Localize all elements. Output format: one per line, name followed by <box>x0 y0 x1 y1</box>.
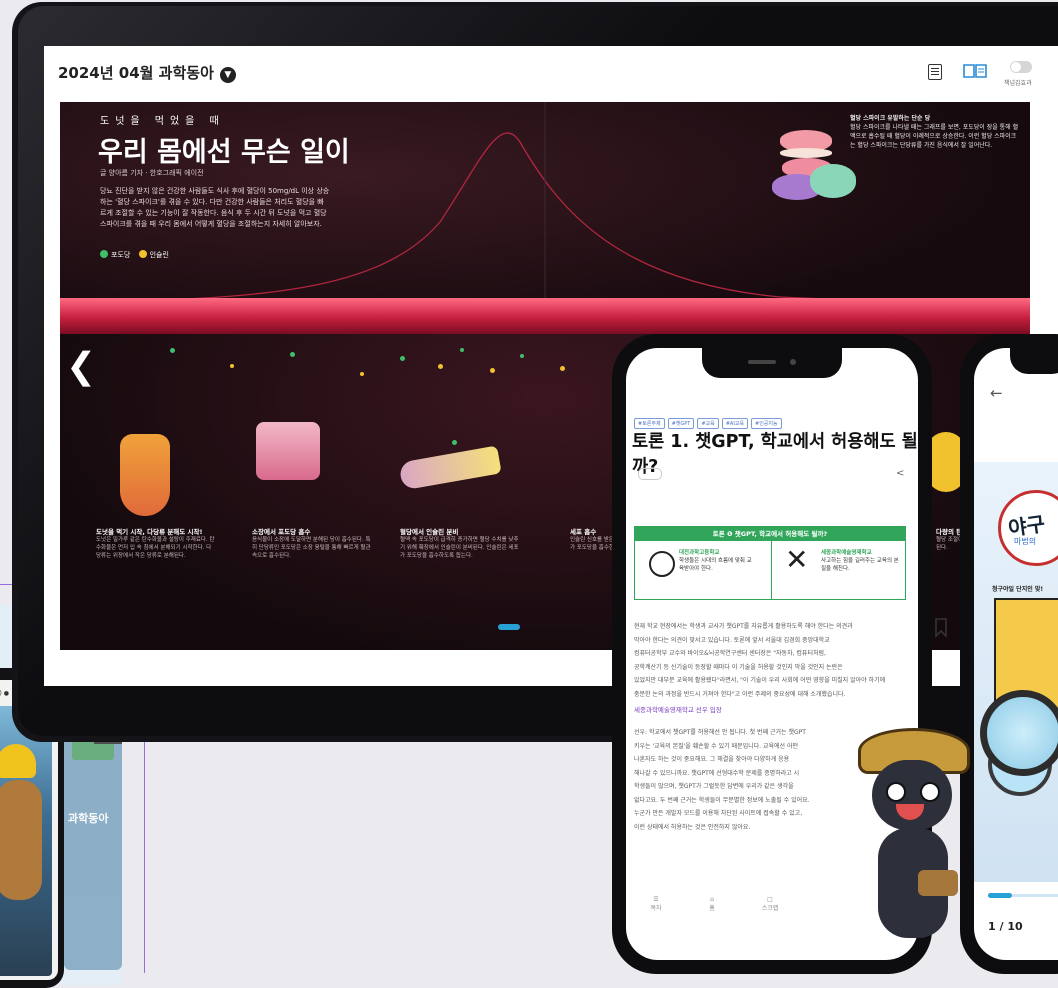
glucose-particle <box>400 356 405 361</box>
insulin-particle <box>230 364 234 368</box>
body-line: 충분한 논의 과정을 반드시 거쳐야 한다"고 이런 주제의 중요성에 대해 소… <box>634 690 846 698</box>
panel-title: 혈당에서 인슐린 분비 <box>400 528 459 536</box>
mascot-eye-right <box>920 782 940 802</box>
con-school: 세종과학예술영재학교 <box>821 550 872 556</box>
blood-vessel-band <box>60 298 1030 334</box>
panel-1: 도넛을 먹기 시작, 다당류 분해도 시작! 도넛은 밀가루 같은 탄수화물과 … <box>96 526 216 560</box>
side-note-text: 혈당 스파이크를 나타낼 때는 그래프를 보면, 포도당이 장을 통해 혈액으로… <box>850 124 1019 149</box>
glucose-particle <box>520 354 524 358</box>
article-title: 토론 1. 챗GPT, 학교에서 허용해도 될까? <box>632 432 918 477</box>
panel-text: 혈액 속 포도당이 급격히 증가하면 혈당 수치를 낮추기 위해 췌장에서 인슐… <box>400 537 519 559</box>
list-view-icon[interactable] <box>928 64 942 80</box>
insulin-dot-icon <box>138 250 147 258</box>
insulin-particle <box>490 368 495 373</box>
article-legend: 포도당 인슐린 <box>100 250 169 260</box>
back-arrow-icon[interactable]: ← <box>990 384 1003 402</box>
cross-con-icon: ✕ <box>785 543 809 576</box>
mascot-bag-icon <box>918 870 958 896</box>
explorer-mascot <box>858 720 970 970</box>
magnifying-glass-icon <box>980 690 1058 776</box>
menu-icon: ☰ <box>653 896 659 903</box>
open-book-icon: □ <box>767 896 773 903</box>
phone-right-notch <box>1010 348 1058 374</box>
macaron-filling <box>780 148 832 158</box>
glucose-particle <box>460 348 464 352</box>
insulin-particle <box>438 364 443 369</box>
legend-insulin: 인슐린 <box>149 251 169 259</box>
article-byline: 글 양아름 기자 · 한호그래픽 에이전 <box>100 169 204 177</box>
article-headline: 우리 몸에선 무슨 일이 <box>98 137 350 168</box>
home-icon: ⌂ <box>710 896 714 903</box>
chevron-down-icon: ▼ <box>219 67 236 83</box>
book-view-icon[interactable] <box>962 63 988 79</box>
page-flip-toggle[interactable] <box>1010 61 1032 73</box>
pager-label: 1 / 10 <box>988 920 1023 933</box>
side-note: 혈당 스파이크 유발하는 단순 당 혈당 스파이크를 나타낼 때는 그래프를 보… <box>850 114 1020 150</box>
issue-selector[interactable]: 2024년 04월 과학동아 ▼ <box>58 62 236 83</box>
phone-left-notch <box>702 348 842 378</box>
panel-2: 소장에서 포도당 흡수 음식물이 소장에 도달하면 분해된 당이 흡수된다. 특… <box>252 526 372 560</box>
glucose-particle <box>452 440 457 445</box>
body-line: 있었지만 대부분 교육에 활용됐다"라면서, "이 기술이 우리 사회에 어떤 … <box>634 677 886 684</box>
panel-title: 도넛을 먹기 시작, 다당류 분해도 시작! <box>96 528 203 536</box>
glucose-particle <box>290 352 295 357</box>
pro-school: 대전과학고등학교 <box>679 550 720 556</box>
panel-text: 도넛은 밀가루 같은 탄수화물과 설탕이 주재료다. 탄수화물은 먼저 입 속 … <box>96 537 215 559</box>
tab-scrap[interactable]: □ 스크랩 <box>758 896 782 912</box>
side-note-title: 혈당 스파이크 유발하는 단순 당 <box>850 115 931 122</box>
position-subheading: 세종과학예술영재학교 선우 입장 <box>634 706 722 714</box>
body-line: 현재 학교 현장에서는 학생과 교사가 챗GPT를 자유롭게 활용하도록 해야 … <box>634 623 853 630</box>
article-body: 현재 학교 현장에서는 학생과 교사가 챗GPT를 자유롭게 활용하도록 해야 … <box>634 620 914 701</box>
circle-pro-icon <box>649 551 675 577</box>
panel-3: 혈당에서 인슐린 분비 혈액 속 포도당이 급격히 증가하면 혈당 수치를 낮추… <box>400 526 520 560</box>
insulin-particle <box>560 366 565 371</box>
share-icon[interactable]: < <box>896 468 904 479</box>
panel-title: 소장에서 포도당 흡수 <box>252 528 311 536</box>
pager-thumb[interactable] <box>988 893 1012 898</box>
tab-label: 스크랩 <box>761 905 779 912</box>
cover-subtitle: 마법의 <box>1014 537 1037 546</box>
woman-eating-donut-illustration <box>120 434 170 516</box>
debate-card: 토론 ❶ 챗GPT, 학교에서 허용해도 될까? 대전과학고등학교 학생들은 시… <box>634 526 906 600</box>
mascot-icon <box>0 780 42 900</box>
mascot-eye-left <box>886 782 906 802</box>
bookmark-icon[interactable] <box>934 618 948 638</box>
viewer-toolbar: 2024년 04월 과학동아 ▼ 책넘김효과 <box>44 46 1058 102</box>
article-lead: 당뇨 진단을 받지 않은 건강한 사람들도 식사 후에 혈당이 50mg/dL … <box>100 187 330 228</box>
issue-title: 2024년 04월 과학동아 <box>58 64 214 82</box>
magazine-stack-title: 과학동아 <box>68 812 109 825</box>
debate-header: 토론 ❶ 챗GPT, 학교에서 허용해도 될까? <box>635 527 905 541</box>
pro-text: 학생들은 시대의 흐름에 맞춰 교육받아야 한다. <box>679 558 752 572</box>
comic-cover: 야구 마법의 청구야일 단지인 맞! <box>974 462 1058 882</box>
con-text: 사고하는 힘을 길러주는 교육의 본질을 해친다. <box>821 558 899 572</box>
small-intestine-villi-illustration <box>256 422 320 480</box>
article-kicker: 도넛을 먹었을 때 <box>100 116 225 127</box>
page-scroll-indicator[interactable] <box>498 624 520 630</box>
glucose-dot-icon <box>100 250 108 258</box>
body-line: 컴퓨터공학부 교수와 바이오&뇌공학연구센터 센터장은 "자동차, 컴퓨터처럼, <box>634 650 826 657</box>
tab-label: 목차 <box>650 905 662 912</box>
front-camera-icon <box>790 359 796 365</box>
speaker-grille <box>748 360 776 364</box>
panel-text: 음식물이 소장에 도달하면 분해된 당이 흡수된다. 특히 단당류인 포도당은 … <box>252 537 371 559</box>
glucose-particle <box>170 348 175 353</box>
cover-caption: 청구야일 단지인 맞! <box>992 586 1044 593</box>
toggle-caption: 책넘김효과 <box>1004 80 1032 87</box>
legend-glucose: 포도당 <box>111 251 131 259</box>
tab-label: 홈 <box>709 905 715 912</box>
audio-chip[interactable] <box>638 468 662 480</box>
insulin-particle <box>360 372 364 376</box>
con-side: 세종과학예술영재학교 사고하는 힘을 길러주는 교육의 본질을 해친다. <box>821 549 899 573</box>
phone-right-screen: ← 야구 마법의 청구야일 단지인 맞! 1 / 10 <box>974 348 1058 960</box>
tag-list: #토론주제 #챗GPT #교육 #AI교육 #인공지능 <box>634 410 785 429</box>
pro-side: 대전과학고등학교 학생들은 시대의 흐름에 맞춰 교육받아야 한다. <box>679 549 753 573</box>
macaron-mint-icon <box>810 164 856 198</box>
tab-home[interactable]: ⌂ 홈 <box>702 896 722 912</box>
body-line: 공학계산기 등 신기술이 등장할 때마다 이 기술을 허용할 것인지 막을 것인… <box>634 663 843 671</box>
previous-page-arrow-icon[interactable]: ❮ <box>66 346 96 387</box>
body-line: 막아야 한다는 의견이 맞서고 있습니다. 토론에 앞서 서울대 김경희 중앙대… <box>634 636 830 644</box>
tab-contents[interactable]: ☰ 목차 <box>646 896 666 912</box>
debate-divider <box>771 541 772 599</box>
tablet-header: 호) ● <box>0 690 10 697</box>
